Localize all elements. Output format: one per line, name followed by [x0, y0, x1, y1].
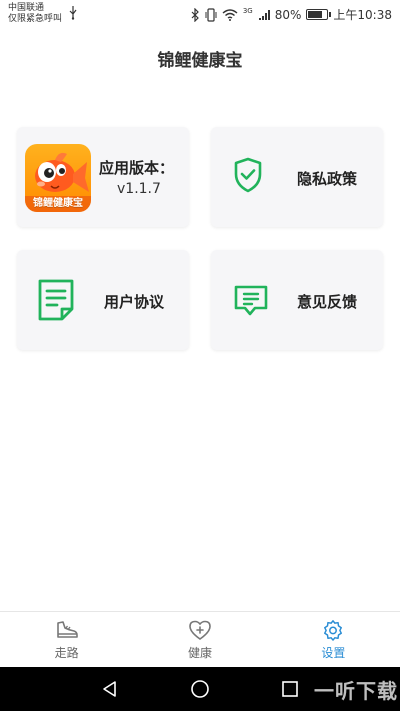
tab-settings[interactable]: 设置 [267, 612, 400, 667]
document-icon [38, 279, 74, 321]
tab-walk[interactable]: 走路 [0, 612, 133, 667]
wifi-icon [222, 8, 238, 21]
back-button[interactable] [100, 679, 120, 699]
usb-icon [69, 6, 77, 20]
emergency-only-text: 仅限紧急呼叫 [8, 14, 63, 24]
heart-plus-icon [189, 620, 211, 640]
bottom-tab-bar: 走路 健康 设置 [0, 611, 400, 667]
app-logo: 锦鲤健康宝 [25, 144, 91, 212]
tab-health-label: 健康 [187, 645, 212, 660]
status-bar: 中国联通 仅限紧急呼叫 3G 80% 上午10:38 [0, 0, 400, 30]
vibrate-icon [205, 7, 217, 22]
version-value: v1.1.7 [117, 181, 161, 197]
user-agreement-label: 用户协议 [104, 293, 165, 311]
battery-icon [306, 9, 332, 20]
carrier-name: 中国联通 [8, 3, 45, 13]
network-type: 3G [242, 6, 253, 15]
tab-settings-label: 设置 [321, 645, 346, 660]
status-icons: 3G 80% 上午10:38 [191, 6, 392, 23]
chat-bubble-icon [234, 285, 268, 316]
clock: 上午10:38 [333, 8, 392, 22]
battery-level [308, 11, 322, 18]
privacy-policy-card[interactable]: 隐私政策 [211, 127, 383, 227]
bluetooth-icon [191, 7, 199, 22]
shield-check-icon [234, 157, 262, 193]
tab-health[interactable]: 健康 [133, 612, 266, 667]
signal-icon [258, 9, 270, 20]
user-agreement-card[interactable]: 用户协议 [17, 250, 189, 350]
tab-walk-label: 走路 [54, 645, 79, 660]
feedback-label: 意见反馈 [297, 293, 358, 311]
logo-text: 锦鲤健康宝 [33, 198, 83, 209]
privacy-policy-label: 隐私政策 [297, 170, 358, 188]
watermark: 一听下载 [314, 679, 398, 703]
feedback-card[interactable]: 意见反馈 [211, 250, 383, 350]
battery-percent: 80% [274, 7, 302, 22]
version-card: 锦鲤健康宝 应用版本： v1.1.7 [17, 127, 189, 227]
system-navigation-bar: 一听下载 [0, 667, 400, 711]
shoe-icon [56, 620, 78, 638]
home-button[interactable] [190, 679, 210, 699]
recents-button[interactable] [280, 679, 300, 699]
carrier-info: 中国联通 仅限紧急呼叫 [8, 3, 62, 25]
page-title: 锦鲤健康宝 [157, 51, 243, 71]
gear-icon [324, 619, 343, 641]
version-label: 应用版本： [99, 159, 175, 177]
